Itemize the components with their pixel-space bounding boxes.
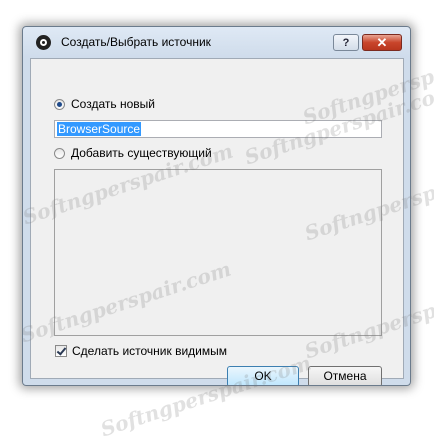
dialog-shadow: Создать/Выбрать источник ? ✕ Создать нов… <box>22 26 411 386</box>
add-existing-radio[interactable] <box>54 148 65 159</box>
window-title: Создать/Выбрать источник <box>61 35 211 49</box>
close-button[interactable]: ✕ <box>362 34 402 51</box>
dialog-content: Создать новый BrowserSource Добавить сущ… <box>30 58 404 385</box>
source-name-input[interactable]: BrowserSource <box>54 120 382 138</box>
source-name-value: BrowserSource <box>57 122 142 136</box>
help-button[interactable]: ? <box>333 34 359 51</box>
obs-logo-icon <box>36 35 51 50</box>
add-existing-label[interactable]: Добавить существующий <box>71 146 212 160</box>
make-visible-label[interactable]: Сделать источник видимым <box>72 344 227 358</box>
make-visible-checkbox[interactable] <box>55 345 67 357</box>
ok-button[interactable]: OK <box>227 366 299 385</box>
cancel-button[interactable]: Отмена <box>308 366 382 385</box>
create-new-label[interactable]: Создать новый <box>71 97 155 111</box>
existing-sources-list[interactable] <box>54 169 382 336</box>
dialog-window: Создать/Выбрать источник ? ✕ Создать нов… <box>22 26 411 386</box>
create-new-radio[interactable] <box>54 99 65 110</box>
title-bar[interactable]: Создать/Выбрать источник ? ✕ <box>23 27 410 57</box>
